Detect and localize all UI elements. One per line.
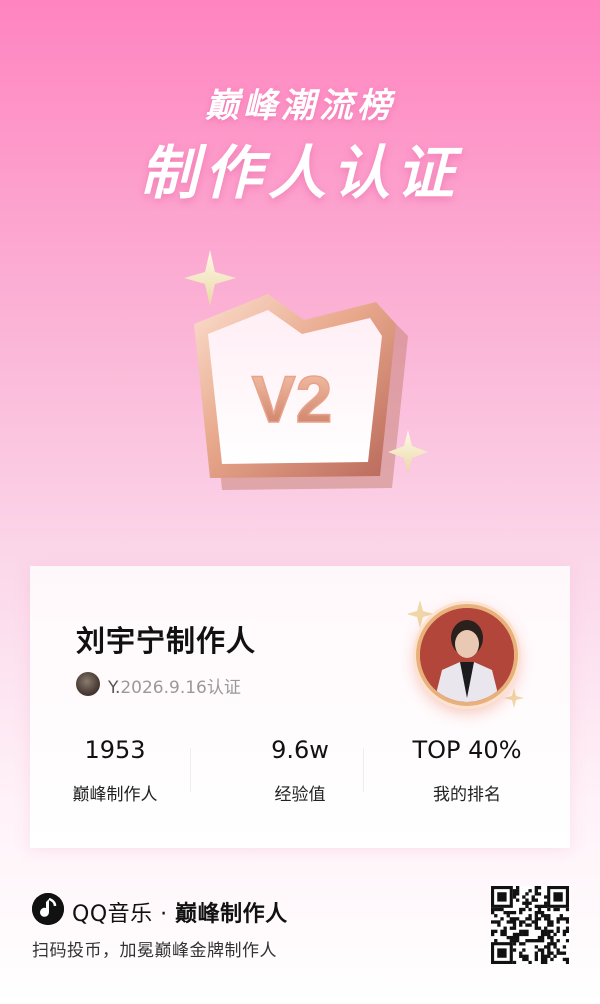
producer-avatar-frame (408, 596, 528, 716)
brand-name: QQ音乐 (72, 902, 153, 927)
page-subtitle: 巅峰潮流榜 (205, 86, 395, 126)
sparkle-icon (184, 250, 236, 306)
stat-divider (190, 748, 191, 792)
stat-label: 经验值 (274, 785, 326, 805)
badge-level-text: V2 (252, 362, 333, 436)
page-title: 制作人认证 (139, 139, 460, 207)
producer-name: 刘宇宁制作人 (76, 624, 257, 658)
user-avatar[interactable] (76, 672, 100, 696)
qq-music-logo-icon (32, 893, 64, 925)
user-handle[interactable]: Y. (108, 678, 120, 698)
stat-value: 9.6w (271, 736, 329, 764)
producer-card: 刘宇宁制作人 Y.2026.9.16认证 1953 巅峰制作人 9.6w 经验值… (30, 566, 570, 848)
stat-producer-count: 1953 巅峰制作人 (30, 736, 200, 805)
stat-value: TOP 40% (412, 736, 522, 764)
brand-separator: · (152, 902, 176, 927)
stat-label: 巅峰制作人 (72, 785, 158, 805)
stat-divider (363, 748, 364, 792)
brand-tag: 巅峰制作人 (175, 902, 288, 927)
sparkle-icon (504, 688, 524, 708)
stat-label: 我的排名 (433, 785, 501, 805)
stat-value: 1953 (84, 736, 146, 764)
crown-badge-icon: V2 (170, 240, 430, 510)
certification-info: Y.2026.9.16认证 (108, 673, 241, 698)
producer-avatar[interactable] (416, 604, 518, 706)
qr-code-icon[interactable] (491, 886, 570, 965)
footer-brand: QQ音乐 · 巅峰制作人 (72, 896, 288, 928)
footer-slogan: 扫码投币，加冕巅峰金牌制作人 (32, 941, 277, 961)
stat-ranking: TOP 40% 我的排名 (382, 736, 552, 805)
stat-experience: 9.6w 经验值 (215, 736, 385, 805)
cert-date: 2026.9.16认证 (120, 678, 241, 698)
